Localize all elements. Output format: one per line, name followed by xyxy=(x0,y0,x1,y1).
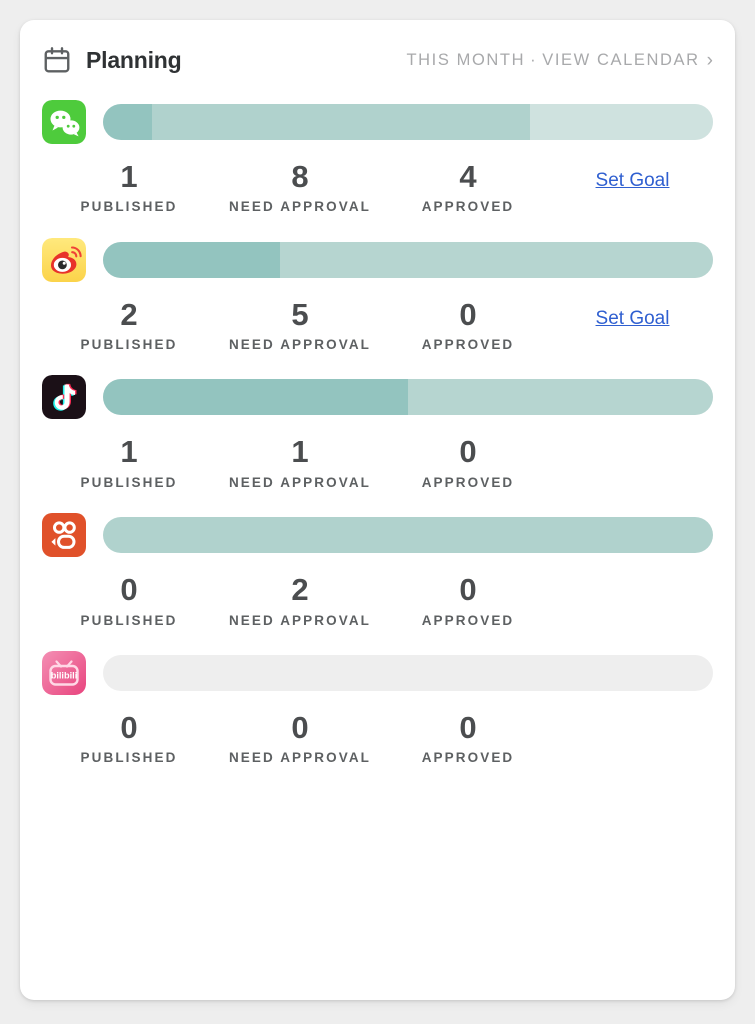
header-separator: · xyxy=(530,51,537,70)
stat-value: 0 xyxy=(384,298,552,331)
stat-need-approval: 2 NEED APPROVAL xyxy=(216,573,384,629)
progress-segment xyxy=(530,104,713,140)
progress-segment xyxy=(103,104,152,140)
stat-published: 1 PUBLISHED xyxy=(42,160,216,216)
set-goal-link[interactable]: Set Goal xyxy=(596,170,670,191)
stat-value: 0 xyxy=(384,435,552,468)
stat-value: 4 xyxy=(384,160,552,193)
progress-segment xyxy=(152,104,530,140)
progress-bar xyxy=(103,104,713,140)
stat-label: PUBLISHED xyxy=(42,474,216,491)
progress-line xyxy=(42,238,713,282)
set-goal-cell xyxy=(552,573,713,583)
platform-row: 0 PUBLISHED 2 NEED APPROVAL 0 APPROVED xyxy=(42,491,713,629)
stat-label: APPROVED xyxy=(384,474,552,491)
progress-segment xyxy=(103,242,280,278)
svg-text:bilibili: bilibili xyxy=(51,670,78,680)
progress-bar xyxy=(103,379,713,415)
progress-segment xyxy=(280,242,713,278)
stat-value: 1 xyxy=(216,435,384,468)
stat-value: 2 xyxy=(42,298,216,331)
kuaishou-icon xyxy=(42,513,86,557)
period-label: THIS MONTH xyxy=(406,51,525,70)
stat-need-approval: 0 NEED APPROVAL xyxy=(216,711,384,767)
stat-value: 2 xyxy=(216,573,384,606)
stat-value: 1 xyxy=(42,435,216,468)
stat-approved: 0 APPROVED xyxy=(384,711,552,767)
chevron-right-icon: › xyxy=(707,51,713,70)
stat-published: 2 PUBLISHED xyxy=(42,298,216,354)
row-stats: 0 PUBLISHED 0 NEED APPROVAL 0 APPROVED xyxy=(42,711,713,767)
stat-value: 0 xyxy=(216,711,384,744)
wechat-icon xyxy=(42,100,86,144)
progress-segment xyxy=(408,379,713,415)
stat-label: APPROVED xyxy=(384,336,552,353)
platform-row: 1 PUBLISHED 1 NEED APPROVAL 0 APPROVED xyxy=(42,353,713,491)
progress-segment xyxy=(103,379,408,415)
progress-line xyxy=(42,100,713,144)
stat-label: PUBLISHED xyxy=(42,198,216,215)
progress-segment xyxy=(103,517,713,553)
set-goal-cell xyxy=(552,435,713,445)
stat-published: 1 PUBLISHED xyxy=(42,435,216,491)
row-stats: 1 PUBLISHED 8 NEED APPROVAL 4 APPROVED S… xyxy=(42,160,713,216)
stat-label: NEED APPROVAL xyxy=(216,336,384,353)
row-stats: 1 PUBLISHED 1 NEED APPROVAL 0 APPROVED xyxy=(42,435,713,491)
stat-value: 8 xyxy=(216,160,384,193)
stat-published: 0 PUBLISHED xyxy=(42,573,216,629)
progress-bar xyxy=(103,517,713,553)
stat-need-approval: 5 NEED APPROVAL xyxy=(216,298,384,354)
progress-bar xyxy=(103,242,713,278)
stat-approved: 0 APPROVED xyxy=(384,573,552,629)
stat-approved: 0 APPROVED xyxy=(384,435,552,491)
tiktok-icon xyxy=(42,375,86,419)
stat-value: 1 xyxy=(42,160,216,193)
page-title: Planning xyxy=(86,47,182,74)
stat-approved: 4 APPROVED xyxy=(384,160,552,216)
set-goal-cell xyxy=(552,711,713,721)
platform-row: bilibili 0 PUBLISHED 0 NEED APPROVAL 0 A… xyxy=(42,629,713,767)
set-goal-cell: Set Goal xyxy=(552,160,713,192)
stat-label: NEED APPROVAL xyxy=(216,474,384,491)
platform-rows: 1 PUBLISHED 8 NEED APPROVAL 4 APPROVED S… xyxy=(20,78,735,767)
stat-label: APPROVED xyxy=(384,749,552,766)
card-header: Planning THIS MONTH · VIEW CALENDAR › xyxy=(20,20,735,78)
stat-value: 0 xyxy=(384,711,552,744)
stat-label: NEED APPROVAL xyxy=(216,612,384,629)
stat-label: APPROVED xyxy=(384,198,552,215)
stat-label: NEED APPROVAL xyxy=(216,749,384,766)
progress-line xyxy=(42,513,713,557)
stat-published: 0 PUBLISHED xyxy=(42,711,216,767)
stat-value: 0 xyxy=(42,711,216,744)
stat-need-approval: 8 NEED APPROVAL xyxy=(216,160,384,216)
weibo-icon xyxy=(42,238,86,282)
stat-value: 0 xyxy=(42,573,216,606)
set-goal-link[interactable]: Set Goal xyxy=(596,308,670,329)
platform-row: 1 PUBLISHED 8 NEED APPROVAL 4 APPROVED S… xyxy=(42,78,713,216)
row-stats: 0 PUBLISHED 2 NEED APPROVAL 0 APPROVED xyxy=(42,573,713,629)
progress-bar xyxy=(103,655,713,691)
stat-label: APPROVED xyxy=(384,612,552,629)
progress-line xyxy=(42,375,713,419)
stat-label: PUBLISHED xyxy=(42,749,216,766)
stat-label: PUBLISHED xyxy=(42,336,216,353)
stat-approved: 0 APPROVED xyxy=(384,298,552,354)
stat-value: 5 xyxy=(216,298,384,331)
calendar-icon xyxy=(42,45,72,75)
set-goal-cell: Set Goal xyxy=(552,298,713,330)
row-stats: 2 PUBLISHED 5 NEED APPROVAL 0 APPROVED S… xyxy=(42,298,713,354)
stat-value: 0 xyxy=(384,573,552,606)
planning-card: Planning THIS MONTH · VIEW CALENDAR › xyxy=(20,20,735,1000)
view-calendar-link[interactable]: VIEW CALENDAR xyxy=(542,51,699,70)
bilibili-icon: bilibili xyxy=(42,651,86,695)
header-actions[interactable]: THIS MONTH · VIEW CALENDAR › xyxy=(406,51,713,70)
progress-line: bilibili xyxy=(42,651,713,695)
stat-label: NEED APPROVAL xyxy=(216,198,384,215)
stat-need-approval: 1 NEED APPROVAL xyxy=(216,435,384,491)
platform-row: 2 PUBLISHED 5 NEED APPROVAL 0 APPROVED S… xyxy=(42,216,713,354)
stat-label: PUBLISHED xyxy=(42,612,216,629)
